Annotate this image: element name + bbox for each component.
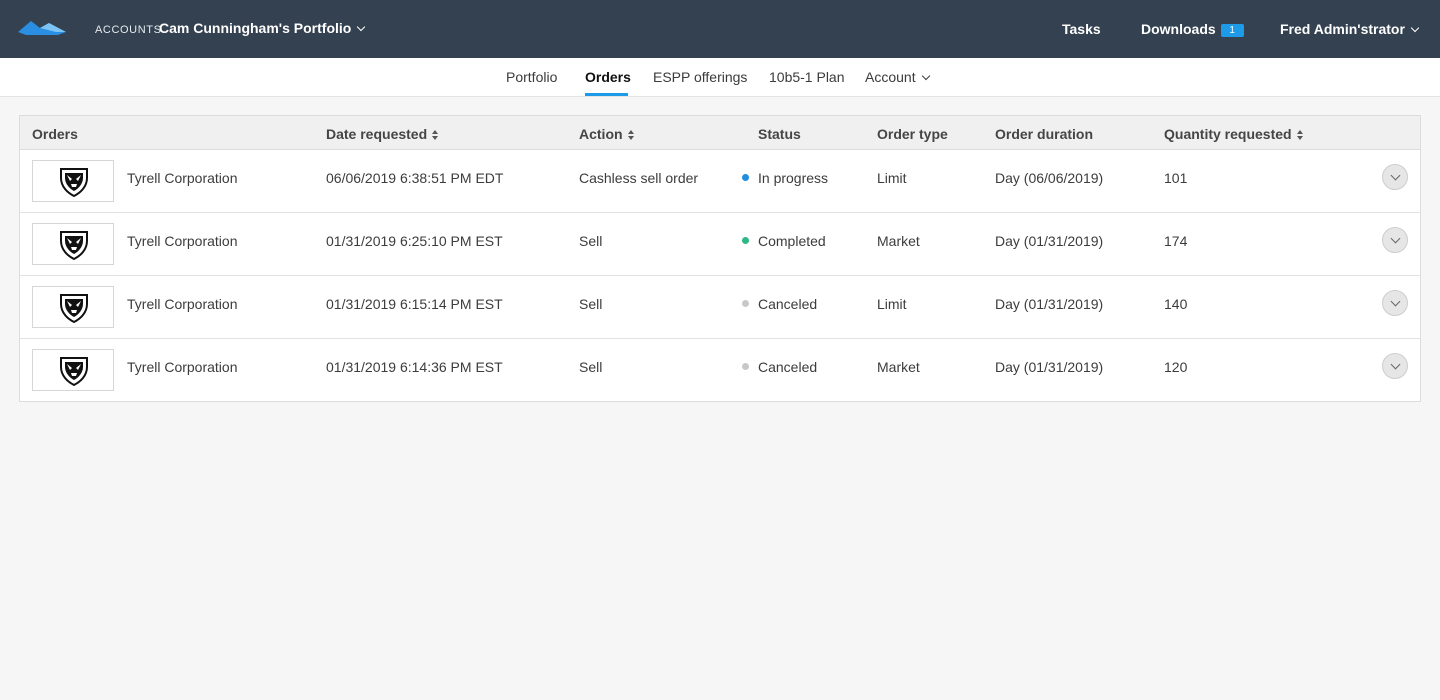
order-action: Sell [579, 233, 603, 249]
chevron-down-icon [921, 71, 930, 81]
company-name: Tyrell Corporation [127, 359, 238, 375]
order-action: Sell [579, 359, 603, 375]
tab-orders[interactable]: Orders [585, 69, 631, 85]
company-logo [32, 223, 114, 265]
downloads-count-badge: 1 [1220, 24, 1244, 37]
column-quantity-label: Quantity requested [1164, 126, 1292, 142]
sort-icon [1296, 130, 1303, 140]
mountain-logo-icon[interactable] [18, 19, 66, 35]
chevron-down-icon [357, 22, 366, 32]
table-header: Orders Date requested Action Status Orde… [20, 116, 1420, 150]
column-date-requested[interactable]: Date requested [326, 126, 439, 142]
quantity-requested: 140 [1164, 296, 1188, 312]
order-type: Limit [877, 296, 907, 312]
column-orders: Orders [32, 126, 78, 142]
company-name: Tyrell Corporation [127, 296, 238, 312]
date-requested: 01/31/2019 6:14:36 PM EST [326, 359, 503, 375]
company-logo [32, 286, 114, 328]
status-text: Completed [758, 233, 826, 249]
status-text: Canceled [758, 359, 818, 375]
user-menu[interactable]: Fred Admin'strator [1280, 21, 1420, 37]
quantity-requested: 174 [1164, 233, 1188, 249]
chevron-down-icon [1410, 23, 1420, 33]
expand-row-button[interactable] [1382, 353, 1408, 379]
tab-account[interactable]: Account [865, 69, 930, 85]
portfolio-switcher[interactable]: Cam Cunningham's Portfolio [159, 20, 366, 36]
tasks-link[interactable]: Tasks [1062, 21, 1101, 37]
column-quantity-requested[interactable]: Quantity requested [1164, 126, 1303, 142]
active-tab-indicator [585, 93, 628, 96]
downloads-link[interactable]: Downloads 1 [1141, 21, 1244, 38]
table-row[interactable]: Tyrell Corporation 01/31/2019 6:15:14 PM… [20, 276, 1420, 339]
status-dot-icon [742, 363, 749, 370]
status-dot-icon [742, 237, 749, 244]
status-text: In progress [758, 170, 829, 186]
order-duration: Day (01/31/2019) [995, 233, 1104, 249]
quantity-requested: 101 [1164, 170, 1188, 186]
company-logo [32, 160, 114, 202]
tab-account-label: Account [865, 69, 916, 85]
tab-espp-offerings[interactable]: ESPP offerings [653, 69, 747, 85]
order-duration: Day (01/31/2019) [995, 359, 1104, 375]
top-bar: ACCOUNTS Cam Cunningham's Portfolio Task… [0, 0, 1440, 58]
column-action[interactable]: Action [579, 126, 634, 142]
sort-icon [627, 130, 634, 140]
order-action: Sell [579, 296, 603, 312]
date-requested: 01/31/2019 6:15:14 PM EST [326, 296, 503, 312]
company-logo [32, 349, 114, 391]
tab-portfolio[interactable]: Portfolio [506, 69, 557, 85]
portfolio-name: Cam Cunningham's Portfolio [159, 20, 352, 36]
order-action: Cashless sell order [579, 170, 699, 186]
tyrell-logo-icon [60, 357, 88, 386]
date-requested: 06/06/2019 6:38:51 PM EDT [326, 170, 504, 186]
company-name: Tyrell Corporation [127, 170, 238, 186]
column-order-type: Order type [877, 126, 948, 142]
order-duration: Day (01/31/2019) [995, 296, 1104, 312]
accounts-label: ACCOUNTS [95, 24, 162, 36]
status-dot-icon [742, 300, 749, 307]
table-row[interactable]: Tyrell Corporation 06/06/2019 6:38:51 PM… [20, 150, 1420, 213]
table-row[interactable]: Tyrell Corporation 01/31/2019 6:25:10 PM… [20, 213, 1420, 276]
sort-icon [432, 130, 439, 140]
status-dot-icon [742, 174, 749, 181]
column-action-label: Action [579, 126, 623, 142]
date-requested: 01/31/2019 6:25:10 PM EST [326, 233, 503, 249]
order-type: Market [877, 233, 920, 249]
order-type: Limit [877, 170, 907, 186]
expand-row-button[interactable] [1382, 290, 1408, 316]
order-type: Market [877, 359, 920, 375]
column-status: Status [758, 126, 801, 142]
column-date-label: Date requested [326, 126, 428, 142]
expand-row-button[interactable] [1382, 227, 1408, 253]
tab-10b5-1-plan[interactable]: 10b5-1 Plan [769, 69, 845, 85]
table-row[interactable]: Tyrell Corporation 01/31/2019 6:14:36 PM… [20, 339, 1420, 402]
tyrell-logo-icon [60, 168, 88, 197]
orders-table: Orders Date requested Action Status Orde… [19, 115, 1421, 402]
tyrell-logo-icon [60, 294, 88, 323]
downloads-label: Downloads [1141, 21, 1216, 37]
tyrell-logo-icon [60, 231, 88, 260]
sub-navigation: Portfolio Orders ESPP offerings 10b5-1 P… [0, 58, 1440, 97]
order-duration: Day (06/06/2019) [995, 170, 1104, 186]
user-name: Fred Admin'strator [1280, 21, 1405, 37]
expand-row-button[interactable] [1382, 164, 1408, 190]
quantity-requested: 120 [1164, 359, 1188, 375]
status-text: Canceled [758, 296, 818, 312]
column-order-duration: Order duration [995, 126, 1094, 142]
company-name: Tyrell Corporation [127, 233, 238, 249]
